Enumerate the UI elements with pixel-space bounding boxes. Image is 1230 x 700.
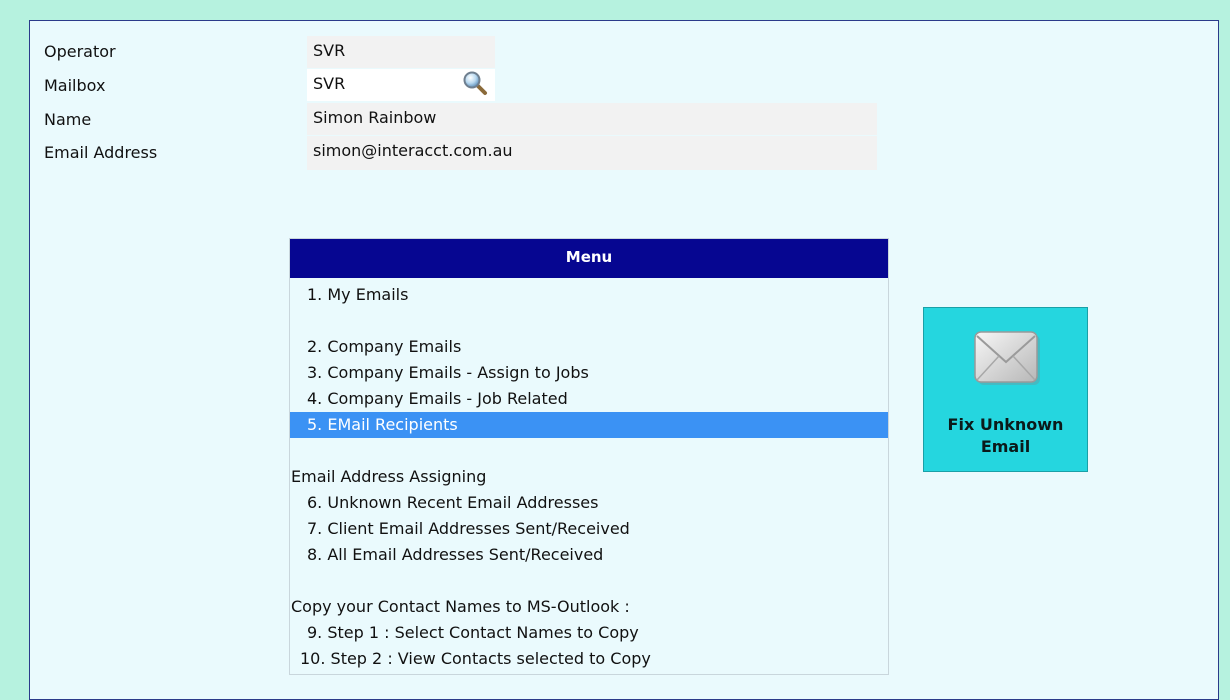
menu-item-unknown-recent-emails[interactable]: 6. Unknown Recent Email Addresses — [290, 490, 888, 516]
menu-item-company-emails[interactable]: 2. Company Emails — [290, 334, 888, 360]
menu-section-copy-contacts: Copy your Contact Names to MS-Outlook : — [291, 597, 630, 616]
menu-item-step2-view-contacts[interactable]: 10. Step 2 : View Contacts selected to C… — [290, 646, 888, 672]
fix-unknown-email-button[interactable]: Fix Unknown Email — [923, 307, 1088, 472]
name-label: Name — [44, 110, 92, 129]
email-address-label: Email Address — [44, 143, 158, 162]
email-address-field: simon@interacct.com.au — [307, 136, 877, 170]
menu-item-client-email-addresses[interactable]: 7. Client Email Addresses Sent/Received — [290, 516, 888, 542]
menu-item-email-recipients[interactable]: 5. EMail Recipients — [290, 412, 888, 438]
menu-item-step1-select-contacts[interactable]: 9. Step 1 : Select Contact Names to Copy — [290, 620, 888, 646]
search-icon[interactable] — [462, 70, 488, 96]
menu-item-company-emails-job-related[interactable]: 4. Company Emails - Job Related — [290, 386, 888, 412]
name-field: Simon Rainbow — [307, 103, 877, 135]
menu-section-email-address-assigning: Email Address Assigning — [291, 467, 487, 486]
envelope-icon — [971, 322, 1041, 392]
menu-item-all-email-addresses[interactable]: 8. All Email Addresses Sent/Received — [290, 542, 888, 568]
menu-item-my-emails[interactable]: 1. My Emails — [290, 282, 888, 308]
menu-item-company-emails-assign[interactable]: 3. Company Emails - Assign to Jobs — [290, 360, 888, 386]
mailbox-label: Mailbox — [44, 76, 106, 95]
operator-label: Operator — [44, 42, 116, 61]
operator-field: SVR — [307, 36, 495, 68]
menu-title: Menu — [290, 239, 888, 278]
fix-unknown-email-label: Fix Unknown Email — [947, 415, 1064, 456]
menu-panel: Menu 1. My Emails 2. Company Emails 3. C… — [289, 238, 889, 675]
